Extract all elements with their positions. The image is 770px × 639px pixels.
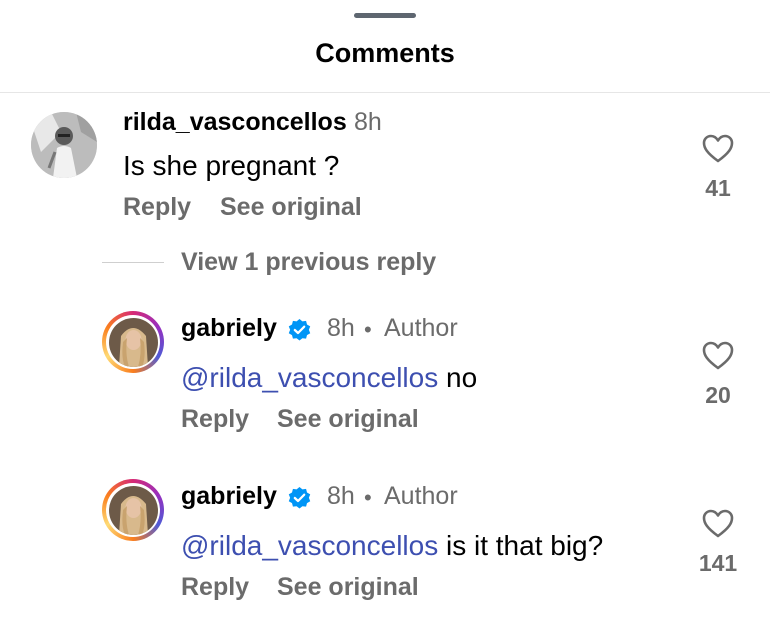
reply-username[interactable]: gabriely	[181, 482, 277, 511]
comments-sheet: Comments rilda_vasconcellos 8h Is she pr…	[0, 0, 770, 639]
avatar-photo	[108, 485, 158, 535]
reply-button[interactable]: Reply	[181, 405, 249, 434]
see-original-button[interactable]: See original	[277, 573, 419, 602]
heart-icon[interactable]	[702, 134, 734, 164]
view-previous-replies[interactable]: View 1 previous reply	[181, 248, 436, 277]
see-original-button[interactable]: See original	[277, 405, 419, 434]
reply-button[interactable]: Reply	[181, 573, 249, 602]
verified-badge-icon	[288, 319, 311, 341]
separator-dot: •	[364, 485, 372, 510]
mention-link[interactable]: @rilda_vasconcellos	[181, 530, 438, 561]
sheet-title: Comments	[315, 38, 455, 68]
reply-body: is it that big?	[438, 530, 604, 561]
comment-time: 8h	[354, 108, 382, 136]
reply-body: no	[438, 362, 478, 393]
heart-icon[interactable]	[702, 509, 734, 539]
thread-line	[102, 262, 164, 263]
drag-handle[interactable]	[354, 13, 416, 18]
like-count: 41	[705, 175, 731, 201]
avatar[interactable]	[102, 479, 164, 541]
author-label: Author	[384, 314, 458, 342]
heart-icon[interactable]	[702, 341, 734, 371]
reply-time: 8h	[327, 482, 355, 510]
comment-username[interactable]: rilda_vasconcellos	[123, 108, 347, 137]
like-count: 20	[705, 382, 731, 408]
separator-dot: •	[364, 317, 372, 342]
reply-button[interactable]: Reply	[123, 193, 191, 222]
avatar-photo	[108, 317, 158, 367]
avatar-photo	[31, 112, 97, 178]
author-label: Author	[384, 482, 458, 510]
reply-time: 8h	[327, 314, 355, 342]
reply-username[interactable]: gabriely	[181, 314, 277, 343]
like-count: 141	[698, 550, 738, 576]
comment-text: Is she pregnant ?	[123, 150, 340, 181]
mention-link[interactable]: @rilda_vasconcellos	[181, 362, 438, 393]
see-original-button[interactable]: See original	[220, 193, 362, 222]
reply-text: @rilda_vasconcellos is it that big?	[181, 530, 603, 562]
verified-badge-icon	[288, 487, 311, 509]
header-divider	[0, 92, 770, 93]
reply-text: @rilda_vasconcellos no	[181, 362, 477, 394]
avatar[interactable]	[102, 311, 164, 373]
avatar[interactable]	[31, 112, 97, 178]
